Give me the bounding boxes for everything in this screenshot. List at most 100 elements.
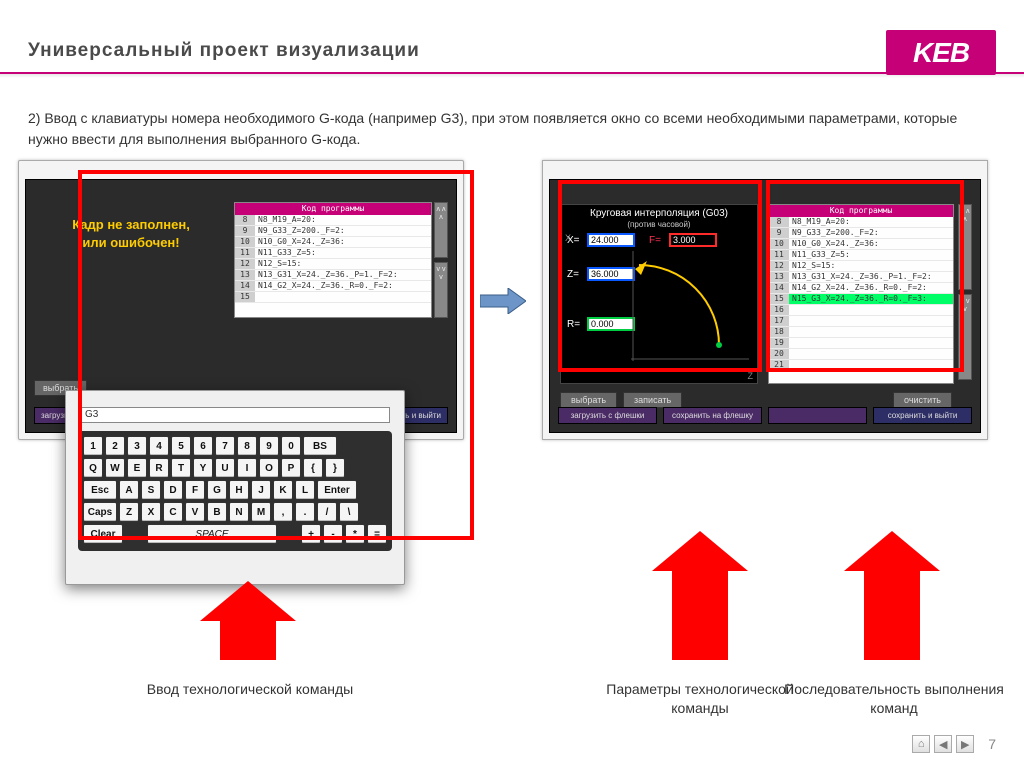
code-line[interactable]: 21	[769, 360, 953, 371]
code-line[interactable]: 13N13_G31_X=24._Z=36._P=1._F=2:	[235, 270, 431, 281]
key-f[interactable]: F	[185, 480, 205, 500]
key-4[interactable]: 4	[149, 436, 169, 456]
code-line[interactable]: 9N9_G33_Z=200._F=2:	[235, 226, 431, 237]
key-space[interactable]: SPACE	[147, 524, 277, 544]
key-m[interactable]: M	[251, 502, 271, 522]
axis-x-label: X	[565, 233, 571, 243]
key-i[interactable]: I	[237, 458, 257, 478]
key-a[interactable]: A	[119, 480, 139, 500]
scroll-up-button[interactable]: ʌ ʌ ʌ	[958, 204, 972, 290]
key-/[interactable]: /	[317, 502, 337, 522]
code-line[interactable]: 11N11_G33_Z=5:	[235, 248, 431, 259]
arc-diagram-icon	[631, 251, 751, 361]
code-line[interactable]: 8N8_M19_A=20:	[235, 215, 431, 226]
code-line[interactable]: 9N9_G33_Z=200._F=2:	[769, 228, 953, 239]
write-button[interactable]: записать	[623, 392, 682, 408]
select-button[interactable]: выбрать	[560, 392, 617, 408]
code-header: Код программы	[235, 203, 431, 215]
key-bs[interactable]: BS	[303, 436, 337, 456]
key-9[interactable]: 9	[259, 436, 279, 456]
key-5[interactable]: 5	[171, 436, 191, 456]
key-g[interactable]: G	[207, 480, 227, 500]
r-input[interactable]	[587, 317, 635, 331]
code-line[interactable]: 15	[235, 292, 431, 303]
nav-next-button[interactable]: ▶	[956, 735, 974, 753]
key-y[interactable]: Y	[193, 458, 213, 478]
key-v[interactable]: V	[185, 502, 205, 522]
key-3[interactable]: 3	[127, 436, 147, 456]
code-line[interactable]: 19	[769, 338, 953, 349]
key-\[interactable]: \	[339, 502, 359, 522]
key-n[interactable]: N	[229, 502, 249, 522]
code-line[interactable]: 20	[769, 349, 953, 360]
key--[interactable]: -	[323, 524, 343, 544]
nav-home-button[interactable]: ⌂	[912, 735, 930, 753]
key-h[interactable]: H	[229, 480, 249, 500]
key-e[interactable]: E	[127, 458, 147, 478]
nav-prev-button[interactable]: ◀	[934, 735, 952, 753]
code-line[interactable]: 16	[769, 305, 953, 316]
key-1[interactable]: 1	[83, 436, 103, 456]
code-line[interactable]: 8N8_M19_A=20:	[769, 217, 953, 228]
key-j[interactable]: J	[251, 480, 271, 500]
code-line[interactable]: 13N13_G31_X=24._Z=36._P=1._F=2:	[769, 272, 953, 283]
key-z[interactable]: Z	[119, 502, 139, 522]
code-line[interactable]: 12N12_S=15:	[235, 259, 431, 270]
code-line[interactable]: 18	[769, 327, 953, 338]
key-*[interactable]: *	[345, 524, 365, 544]
key-t[interactable]: T	[171, 458, 191, 478]
key-.[interactable]: .	[295, 502, 315, 522]
key-6[interactable]: 6	[193, 436, 213, 456]
keyboard-input[interactable]: G3	[80, 407, 390, 423]
key-r[interactable]: R	[149, 458, 169, 478]
key-w[interactable]: W	[105, 458, 125, 478]
f-input[interactable]	[669, 233, 717, 247]
z-input[interactable]	[587, 267, 635, 281]
key-p[interactable]: P	[281, 458, 301, 478]
code-line[interactable]: 12N12_S=15:	[769, 261, 953, 272]
scroll-down-button[interactable]: v v v	[434, 262, 448, 318]
key-x[interactable]: X	[141, 502, 161, 522]
key-clear[interactable]: Clear	[83, 524, 123, 544]
arrow-up-icon	[672, 565, 728, 660]
key-q[interactable]: Q	[83, 458, 103, 478]
key-}[interactable]: }	[325, 458, 345, 478]
r-label: R=	[567, 319, 583, 330]
key-c[interactable]: C	[163, 502, 183, 522]
code-line[interactable]: 10N10_G0_X=24._Z=36:	[769, 239, 953, 250]
key-{[interactable]: {	[303, 458, 323, 478]
key-d[interactable]: D	[163, 480, 183, 500]
scroll-up-button[interactable]: ʌ ʌ ʌ	[434, 202, 448, 258]
key-b[interactable]: B	[207, 502, 227, 522]
save-exit-button[interactable]: сохранить и выйти	[873, 407, 972, 424]
code-line[interactable]: 10N10_G0_X=24._Z=36:	[235, 237, 431, 248]
spacer-button[interactable]	[768, 407, 867, 424]
key-=[interactable]: =	[367, 524, 387, 544]
code-line[interactable]: 17	[769, 316, 953, 327]
key-k[interactable]: K	[273, 480, 293, 500]
x-input[interactable]	[587, 233, 635, 247]
key-+[interactable]: +	[301, 524, 321, 544]
load-usb-button[interactable]: загрузить с флешки	[558, 407, 657, 424]
key-2[interactable]: 2	[105, 436, 125, 456]
code-line[interactable]: 15N15_G3_X=24._Z=36._R=0._F=3:	[769, 294, 953, 305]
scroll-down-button[interactable]: v v v	[958, 294, 972, 380]
key-,[interactable]: ,	[273, 502, 293, 522]
key-8[interactable]: 8	[237, 436, 257, 456]
code-line[interactable]: 11N11_G33_Z=5:	[769, 250, 953, 261]
save-usb-button[interactable]: сохранить на флешку	[663, 407, 762, 424]
key-7[interactable]: 7	[215, 436, 235, 456]
key-0[interactable]: 0	[281, 436, 301, 456]
key-enter[interactable]: Enter	[317, 480, 357, 500]
key-u[interactable]: U	[215, 458, 235, 478]
key-l[interactable]: L	[295, 480, 315, 500]
key-s[interactable]: S	[141, 480, 161, 500]
button-row: выбрать записать	[560, 392, 682, 408]
arrow-up-icon	[864, 565, 920, 660]
clear-button[interactable]: очистить	[893, 392, 952, 408]
code-line[interactable]: 14N14_G2_X=24._Z=36._R=0._F=2:	[769, 283, 953, 294]
key-caps[interactable]: Caps	[83, 502, 117, 522]
key-o[interactable]: O	[259, 458, 279, 478]
key-esc[interactable]: Esc	[83, 480, 117, 500]
code-line[interactable]: 14N14_G2_X=24._Z=36._R=0._F=2:	[235, 281, 431, 292]
